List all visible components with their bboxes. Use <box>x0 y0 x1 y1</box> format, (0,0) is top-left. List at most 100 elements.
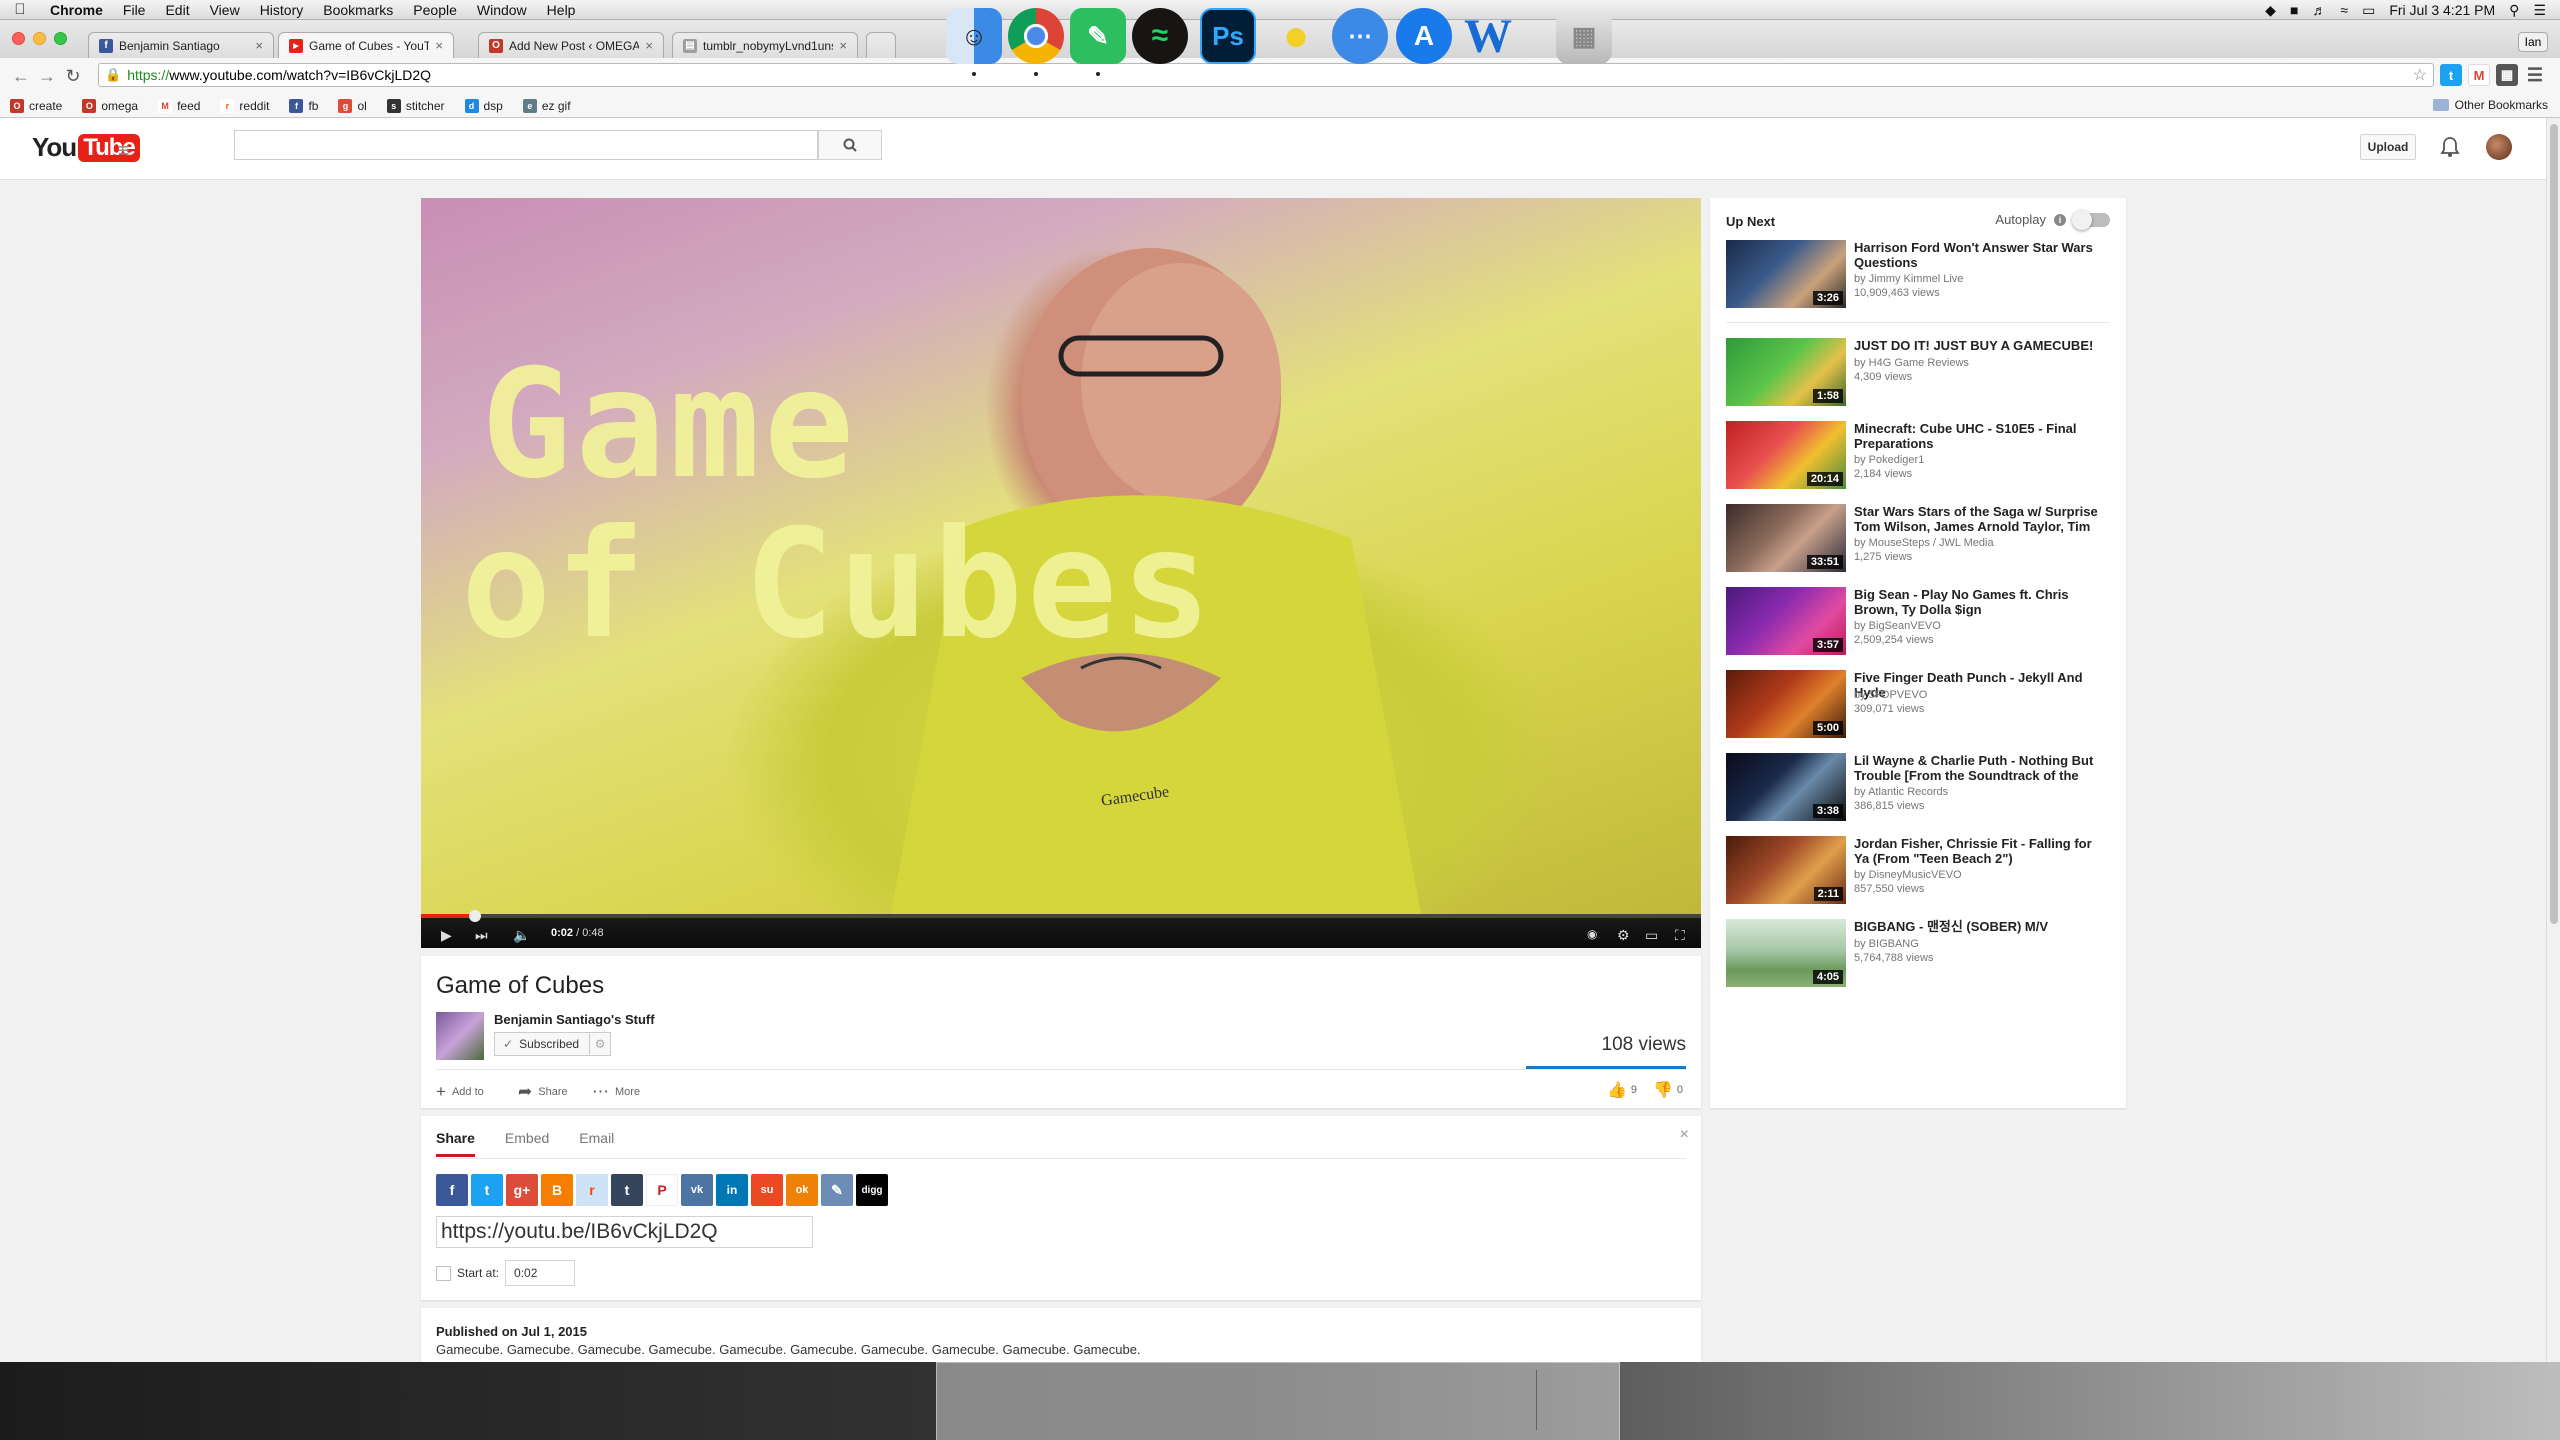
video-thumbnail[interactable]: 5:00 <box>1726 670 1846 738</box>
search-input[interactable] <box>234 130 818 160</box>
other-bookmarks[interactable]: Other Bookmarks <box>2432 98 2548 112</box>
menu-history[interactable]: History <box>250 2 314 18</box>
close-window-button[interactable] <box>12 32 25 45</box>
tumblr-icon[interactable]: t <box>611 1174 643 1206</box>
evernote-icon[interactable]: ✎ <box>1070 8 1126 64</box>
settings-gear-icon[interactable]: ⚙ <box>1617 927 1630 944</box>
photoshop-icon[interactable]: Ps <box>1200 8 1256 64</box>
apple-icon[interactable]:  <box>0 1 40 18</box>
bookmark-reddit[interactable]: r reddit <box>220 98 269 113</box>
close-tab-icon[interactable]: × <box>645 38 653 53</box>
video-frame[interactable]: Game of Cubes Gamecube <box>421 198 1701 914</box>
more-button[interactable]: ⋯ More <box>592 1082 640 1102</box>
word-icon[interactable]: W <box>1460 8 1516 64</box>
video-thumbnail[interactable]: 1:58 <box>1726 338 1846 406</box>
progress-bar[interactable] <box>421 914 1701 918</box>
close-tab-icon[interactable]: × <box>839 38 847 53</box>
pinterest-icon[interactable]: P <box>646 1174 678 1206</box>
google-plus-icon[interactable]: g+ <box>506 1174 538 1206</box>
livejournal-icon[interactable]: ✎ <box>821 1174 853 1206</box>
bookmark-ol[interactable]: g ol <box>338 98 367 113</box>
digg-icon[interactable]: digg <box>856 1174 888 1206</box>
scrollbar-thumb[interactable] <box>2550 124 2558 924</box>
trash-icon[interactable]: ▦ <box>1556 8 1612 64</box>
menu-help[interactable]: Help <box>537 2 586 18</box>
evernote-icon[interactable]: ■ <box>2290 2 2298 18</box>
menu-file[interactable]: File <box>113 2 156 18</box>
start-time-input[interactable]: 0:02 <box>505 1260 576 1286</box>
forward-icon[interactable]: → <box>34 66 60 87</box>
tab-game-of-cubes[interactable]: ▶ Game of Cubes - YouTu × <box>278 32 454 58</box>
minimize-window-button[interactable] <box>33 32 46 45</box>
adium-duck-icon[interactable]: ● <box>1268 8 1324 64</box>
guide-menu-icon[interactable]: ≡ <box>118 140 130 163</box>
notification-center-icon[interactable]: ☰ <box>2533 2 2546 19</box>
tab-email[interactable]: Email <box>579 1130 614 1157</box>
share-url-field[interactable]: https://youtu.be/IB6vCkjLD2Q <box>436 1216 813 1248</box>
recommended-title[interactable]: Star Wars Stars of the Saga w/ Surprise … <box>1854 504 2104 534</box>
start-at-checkbox[interactable] <box>436 1265 451 1281</box>
linkedin-icon[interactable]: in <box>716 1174 748 1206</box>
dislike-button[interactable]: 👎 0 <box>1653 1080 1683 1100</box>
share-button[interactable]: ➦ Share <box>518 1082 568 1102</box>
recommended-video[interactable]: 3:38 Lil Wayne & Charlie Puth - Nothing … <box>1726 753 2110 823</box>
bookmark-star-icon[interactable]: ☆ <box>2413 65 2427 85</box>
video-player[interactable]: Game of Cubes Gamecube ▶ ⏭ 🔈 0:02 / 0:48… <box>421 198 1701 948</box>
chrome-menu-icon[interactable]: ☰ <box>2524 64 2546 86</box>
menu-bookmarks[interactable]: Bookmarks <box>313 2 403 18</box>
recommended-video[interactable]: 5:00 Five Finger Death Punch - Jekyll An… <box>1726 670 2110 740</box>
subscribed-button[interactable]: ✓ Subscribed ⚙ <box>494 1032 612 1056</box>
fullscreen-icon[interactable]: ⛶ <box>1675 927 1685 944</box>
recommended-title[interactable]: Lil Wayne & Charlie Puth - Nothing But T… <box>1854 753 2104 783</box>
close-icon[interactable]: × <box>1680 1126 1689 1144</box>
back-icon[interactable]: ← <box>8 66 34 87</box>
twitter-extension-icon[interactable]: t <box>2440 64 2462 86</box>
menu-people[interactable]: People <box>403 2 467 18</box>
page-scrollbar[interactable] <box>2546 118 2560 1362</box>
vk-icon[interactable]: vk <box>681 1174 713 1206</box>
profile-button[interactable]: Ian <box>2518 32 2548 52</box>
menu-app-name[interactable]: Chrome <box>40 2 113 18</box>
facebook-icon[interactable]: f <box>436 1174 468 1206</box>
tab-tumblr-image[interactable]: ▤ tumblr_nobymyLvnd1unsg × <box>672 32 858 58</box>
subscription-settings-icon[interactable]: ⚙ <box>590 1037 610 1051</box>
finder-icon[interactable]: ☺ <box>946 8 1002 64</box>
channel-name[interactable]: Benjamin Santiago's Stuff <box>494 1012 655 1027</box>
bookmark-fb[interactable]: f fb <box>289 98 318 113</box>
account-avatar[interactable] <box>2486 134 2512 160</box>
address-bar[interactable]: 🔒 https:// www.youtube.com/watch?v=IB6vC… <box>98 63 2434 87</box>
recommended-video[interactable]: 1:58 JUST DO IT! JUST BUY A GAMECUBE! by… <box>1726 338 2110 408</box>
tab-share[interactable]: Share <box>436 1130 475 1157</box>
reload-icon[interactable]: ↻ <box>60 66 86 87</box>
notifications-bell-icon[interactable] <box>2440 136 2460 158</box>
gmail-extension-icon[interactable]: M <box>2468 64 2490 86</box>
recommended-video[interactable]: 3:57 Big Sean - Play No Games ft. Chris … <box>1726 587 2110 657</box>
autoplay-toggle[interactable] <box>2072 209 2110 230</box>
menu-edit[interactable]: Edit <box>155 2 199 18</box>
bookmark-omega[interactable]: Oomega <box>82 98 138 113</box>
reddit-icon[interactable]: r <box>576 1174 608 1206</box>
info-icon[interactable]: i <box>2054 213 2066 226</box>
recommended-video[interactable]: 20:14 Minecraft: Cube UHC - S10E5 - Fina… <box>1726 421 2110 491</box>
extension-icon[interactable]: ▦ <box>2496 64 2518 86</box>
menu-window[interactable]: Window <box>467 2 537 18</box>
video-thumbnail[interactable]: 3:26 <box>1726 240 1846 308</box>
clock[interactable]: Fri Jul 3 4:21 PM <box>2389 2 2495 18</box>
bookmark-create[interactable]: Ocreate <box>10 98 62 113</box>
video-thumbnail[interactable]: 20:14 <box>1726 421 1846 489</box>
search-button[interactable] <box>818 130 882 160</box>
video-thumbnail[interactable]: 4:05 <box>1726 919 1846 987</box>
volume-icon[interactable]: ♬ <box>2312 2 2326 18</box>
scrubber-handle[interactable] <box>468 910 481 922</box>
upload-button[interactable]: Upload <box>2360 134 2416 160</box>
video-thumbnail[interactable]: 33:51 <box>1726 504 1846 572</box>
recommended-video[interactable]: 4:05 BIGBANG - 맨정신 (SOBER) M/V by BIGBAN… <box>1726 919 2110 989</box>
menu-view[interactable]: View <box>200 2 250 18</box>
bookmark-ez-gif[interactable]: e ez gif <box>522 98 571 113</box>
tab-embed[interactable]: Embed <box>505 1130 549 1157</box>
video-thumbnail[interactable]: 3:57 <box>1726 587 1846 655</box>
next-icon[interactable]: ⏭ <box>475 927 488 944</box>
close-tab-icon[interactable]: × <box>435 38 443 53</box>
volume-icon[interactable]: 🔈 <box>513 927 530 944</box>
add-to-button[interactable]: + Add to <box>436 1082 484 1102</box>
